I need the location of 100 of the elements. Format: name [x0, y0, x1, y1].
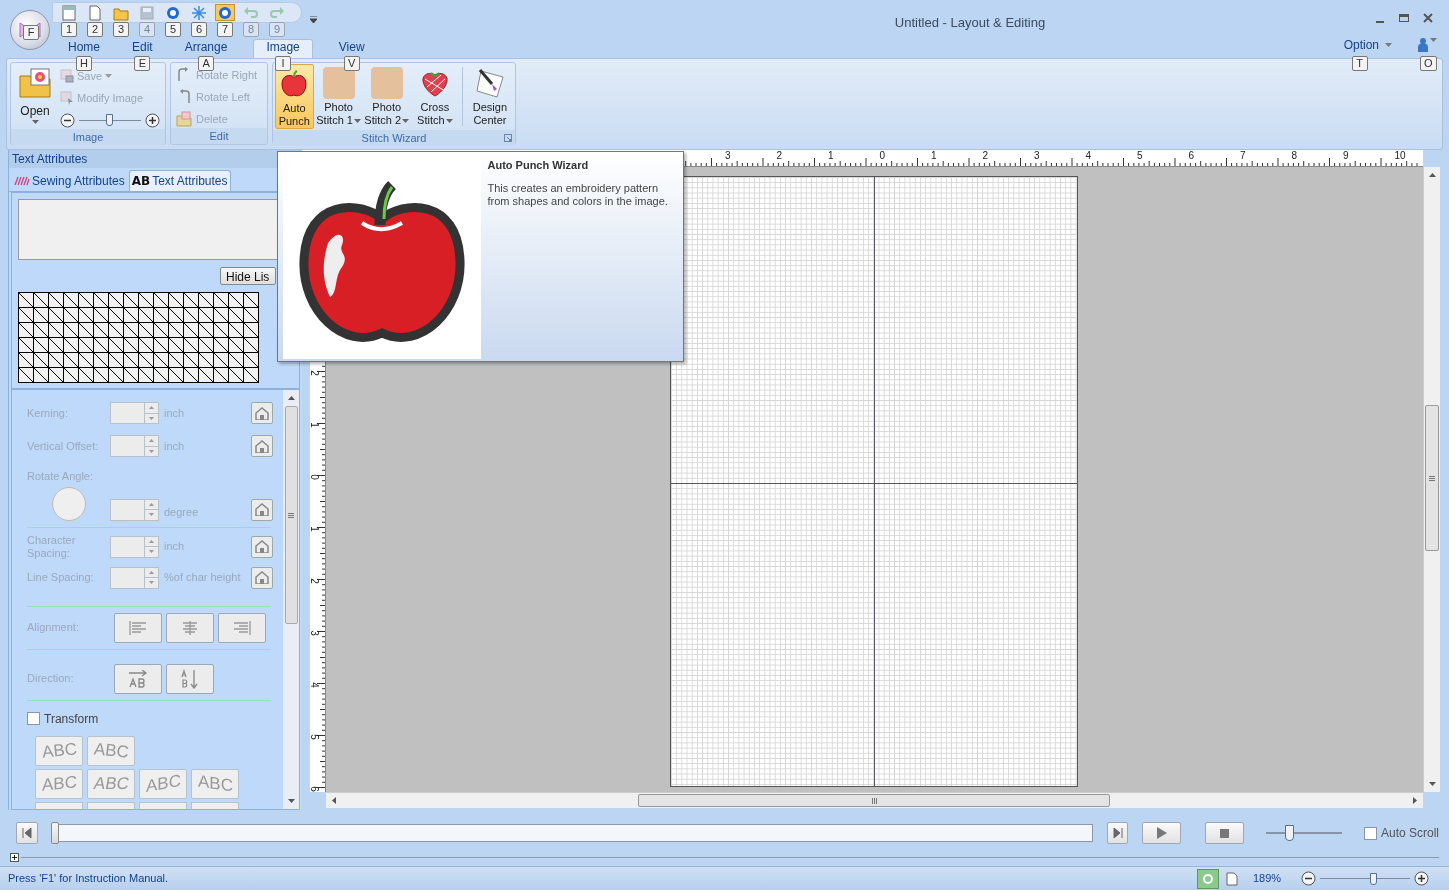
zoom-in-icon	[1414, 871, 1429, 886]
ruler-number: 6	[1188, 151, 1195, 161]
keytip: 5	[165, 22, 181, 37]
unit-label: inch	[164, 438, 185, 454]
down-arrow-icon	[149, 513, 154, 517]
house-icon	[255, 503, 269, 516]
caret-icon	[402, 118, 410, 123]
folder-with-flower-icon	[19, 68, 51, 98]
ruler-number: 2	[310, 370, 319, 376]
image-save-icon	[60, 69, 74, 83]
close-button[interactable]	[1421, 11, 1435, 25]
vertical-scrollbar[interactable]	[1423, 167, 1440, 792]
tooltip-title: Auto Punch Wizard	[487, 158, 590, 173]
keytip: 2	[87, 22, 103, 37]
keytip: 8	[243, 22, 259, 37]
toolbar-button[interactable]	[189, 4, 209, 21]
status-button[interactable]	[1197, 868, 1219, 889]
horizontal-scrollbar[interactable]	[326, 792, 1423, 808]
slider-thumb[interactable]	[1284, 825, 1294, 841]
scroll-right-icon	[1413, 797, 1417, 804]
stop-button[interactable]	[1205, 822, 1245, 844]
document-icon	[61, 4, 77, 21]
unit-label: %of char height	[164, 570, 241, 586]
panel-header: Text Attributes	[9, 150, 302, 168]
slider-thumb[interactable]	[50, 822, 59, 844]
toolbar-button[interactable]	[59, 4, 79, 21]
up-arrow-icon	[149, 406, 154, 410]
scroll-down-icon	[1428, 782, 1436, 786]
skip-end-icon	[1112, 828, 1123, 838]
ruler-number: 7	[1240, 151, 1246, 161]
image-size-slider[interactable]	[79, 113, 141, 127]
stitch-position-slider[interactable]	[51, 824, 1093, 842]
field-label: Kerning:	[27, 406, 69, 420]
caret-icon	[105, 74, 113, 78]
ruler-number: 0	[310, 474, 319, 480]
ruler-number: 3	[725, 151, 731, 161]
ribbon-tab[interactable]: Home	[62, 39, 106, 58]
app-menu-button[interactable]: F	[10, 10, 50, 50]
ruler-number: 5	[1137, 151, 1143, 161]
house-icon	[255, 439, 269, 453]
ribbon-tab[interactable]: Arrange	[178, 39, 234, 58]
keytip: F	[23, 25, 39, 40]
ruler-number: 3	[310, 630, 319, 636]
up-arrow-icon	[149, 539, 154, 543]
house-icon	[255, 571, 269, 584]
stitch-lines-icon	[14, 175, 30, 186]
keytip: 4	[139, 22, 155, 37]
field-label: Vertical Offset:	[27, 439, 100, 453]
wizard-button[interactable]: Design Center	[466, 64, 513, 129]
slider-thumb[interactable]	[1370, 872, 1377, 885]
keytip: 3	[113, 22, 129, 37]
image-pointer-icon	[60, 91, 74, 105]
ribbon-tab[interactable]: View	[332, 39, 371, 58]
keytip: A	[198, 56, 215, 71]
close-icon	[1423, 13, 1433, 23]
play-button[interactable]	[1142, 822, 1182, 844]
circle-icon	[165, 4, 181, 21]
ruler-number: 1	[828, 151, 834, 161]
keytip: I	[275, 56, 292, 71]
toolbar-button[interactable]	[215, 4, 235, 21]
scroll-down-icon	[287, 799, 295, 803]
ruler-number: 10	[1394, 151, 1406, 161]
image-delete-icon	[176, 111, 192, 127]
group-title: Stitch Wizard	[361, 130, 427, 146]
redo-arrow-icon	[269, 4, 285, 21]
stop-icon	[1220, 828, 1230, 838]
ruler-number: 2	[310, 578, 319, 584]
grip-icon	[288, 512, 294, 518]
option-menu[interactable]: Option	[1343, 38, 1392, 58]
field-label: Rotate Angle:	[27, 469, 95, 484]
open-button[interactable]: Open	[14, 65, 56, 129]
horizontal-text-direction-icon	[127, 669, 149, 688]
maximize-button[interactable]	[1397, 11, 1411, 25]
ribbon-tab[interactable]: Edit	[126, 39, 159, 58]
house-icon	[255, 406, 269, 420]
keytip: H	[76, 56, 92, 71]
wizard-button[interactable]: Cross Stitch	[411, 64, 458, 129]
skip-to-start-button[interactable]	[16, 822, 38, 844]
skip-start-icon	[21, 828, 32, 838]
skip-to-end-button[interactable]	[1106, 822, 1129, 844]
field-label: Line Spacing:	[27, 571, 95, 584]
auto-scroll-checkbox[interactable]: Auto Scroll	[1363, 824, 1439, 842]
field-label: Alignment:	[27, 621, 80, 634]
keytip: E	[134, 56, 151, 71]
wizard-button[interactable]: Photo Stitch 2	[363, 64, 410, 129]
text-list-box[interactable]	[18, 199, 280, 260]
keytip: 1	[61, 22, 77, 37]
align-right-icon	[232, 619, 252, 636]
keytip: O	[1420, 56, 1437, 71]
document-icon	[87, 4, 103, 21]
ribbon-tab[interactable]: Image	[253, 38, 313, 58]
house-icon	[255, 540, 269, 553]
ruler-number: 4	[310, 682, 319, 688]
zoom-out-icon	[60, 112, 75, 128]
down-arrow-icon	[149, 581, 154, 585]
speed-slider[interactable]	[1266, 823, 1342, 843]
align-left-icon	[128, 619, 148, 636]
zoom-slider[interactable]	[1320, 871, 1410, 886]
up-arrow-icon	[149, 502, 154, 506]
slider-thumb[interactable]	[106, 114, 113, 126]
